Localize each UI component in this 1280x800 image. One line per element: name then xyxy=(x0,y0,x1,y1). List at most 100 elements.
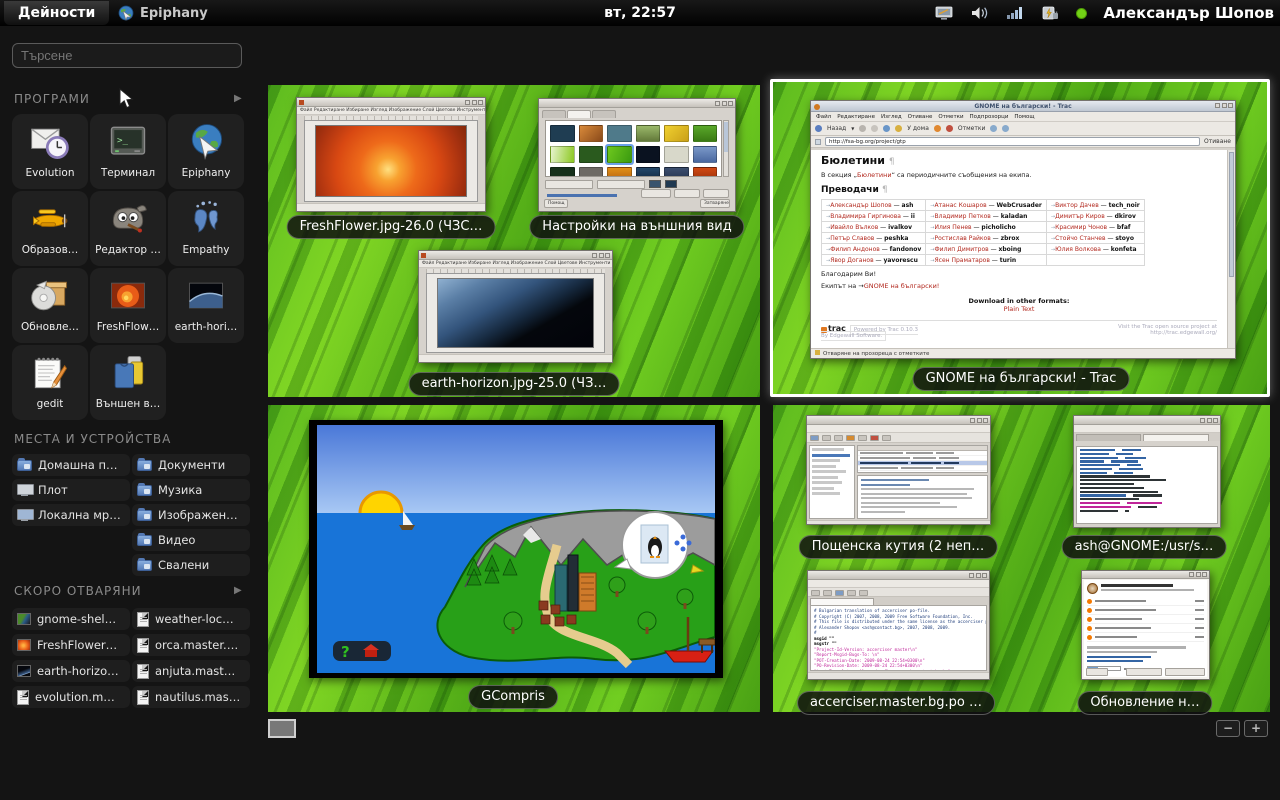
window-thumbnail-terminal[interactable] xyxy=(1073,415,1221,528)
app-tile-gedit[interactable]: gedit xyxy=(12,345,88,420)
workspace-1[interactable]: Файл Редактиране Избиране Изглед Изображ… xyxy=(268,85,760,397)
app-tile-empathy[interactable]: Empathy xyxy=(168,191,244,266)
window-caption-trac: GNOME на български! - Trac xyxy=(913,367,1130,391)
search-input[interactable] xyxy=(12,43,242,68)
recent-item[interactable]: nautilus.mas… xyxy=(132,686,250,708)
workspace-2-selected[interactable]: GNOME на български! - Trac ФайлРедактира… xyxy=(770,79,1270,397)
window-thumbnail-evolution[interactable] xyxy=(806,415,991,525)
wallpaper-thumbnail[interactable] xyxy=(693,125,718,142)
gcompris-plane-icon xyxy=(28,197,72,241)
window-thumbnail-gimp-freshflower[interactable]: Файл Редактиране Избиране Изглед Изображ… xyxy=(296,97,486,212)
app-tile-terminal[interactable]: >_ Терминал xyxy=(90,114,166,189)
place-music[interactable]: Музика xyxy=(132,479,250,501)
wallpaper-thumbnail[interactable] xyxy=(607,167,632,177)
wallpaper-thumbnail[interactable] xyxy=(579,146,604,163)
recent-item[interactable]: gnome-shel… xyxy=(12,608,130,630)
wallpaper-scrollbar[interactable] xyxy=(723,120,729,177)
recent-section-title: СКОРО ОТВАРЯНИ xyxy=(14,584,142,598)
app-tile-epiphany[interactable]: Epiphany xyxy=(168,114,244,189)
window-thumbnail-appearance[interactable]: Помощ Затваряне xyxy=(538,98,736,212)
style-dropdown[interactable] xyxy=(545,180,593,189)
wallpaper-thumbnail[interactable] xyxy=(579,167,604,177)
wallpaper-thumbnail[interactable] xyxy=(607,125,632,142)
app-tile-evolution[interactable]: Evolution xyxy=(12,114,88,189)
user-menu[interactable]: Александър Шопов xyxy=(1103,4,1274,22)
display-settings-icon[interactable] xyxy=(935,5,954,21)
translator-row: →Александър Шопов — ash →Атанас Кошаров … xyxy=(822,200,1145,211)
place-home[interactable]: Домашна п… xyxy=(12,454,130,476)
forward-icon xyxy=(859,125,866,132)
wallpaper-thumbnail[interactable] xyxy=(664,167,689,177)
wallpaper-thumbnail[interactable] xyxy=(636,167,661,177)
wallpaper-thumbnail[interactable] xyxy=(693,167,718,177)
place-local-network[interactable]: Локална мр… xyxy=(12,504,130,526)
stop-icon xyxy=(871,125,878,132)
close-button[interactable]: Затваряне xyxy=(700,199,730,208)
power-battery-icon[interactable] xyxy=(1040,5,1060,22)
recent-item[interactable]: evolution.m… xyxy=(12,686,130,708)
recent-item[interactable]: anjuta.mast… xyxy=(132,660,250,682)
terminal-output xyxy=(1076,446,1218,524)
translator-row: →Петър Славов — peshka →Ростислав Райков… xyxy=(822,233,1145,244)
software-update-icon xyxy=(28,274,72,318)
freshflower-thumbnail-icon xyxy=(106,274,150,318)
restore-button[interactable] xyxy=(641,189,671,198)
workspace-4[interactable]: Пощенска кутия (2 неп… xyxy=(773,405,1270,712)
wallpaper-thumbnail[interactable] xyxy=(636,146,661,163)
get-more-backgrounds-link[interactable] xyxy=(547,194,617,197)
wallpaper-thumbnail[interactable] xyxy=(550,125,575,142)
mouse-cursor xyxy=(119,88,134,109)
place-documents[interactable]: Документи xyxy=(132,454,250,476)
place-desktop[interactable]: Плот xyxy=(12,479,130,501)
presence-status-icon xyxy=(1076,8,1087,19)
network-signal-icon[interactable] xyxy=(1006,5,1024,21)
window-thumbnail-update-manager[interactable] xyxy=(1081,570,1210,680)
colors-dropdown[interactable] xyxy=(597,180,645,189)
recent-item[interactable]: earth-horizo… xyxy=(12,660,130,682)
window-thumbnail-gedit[interactable]: # Bulgarian translation of accerciser po… xyxy=(807,570,990,680)
back-icon xyxy=(815,125,822,132)
color-swatch-2[interactable] xyxy=(665,180,677,188)
place-downloads[interactable]: Свалени xyxy=(132,554,250,576)
workspace-3[interactable]: ? GCompris xyxy=(268,405,760,712)
volume-icon[interactable] xyxy=(970,5,990,21)
add-button[interactable] xyxy=(703,189,729,198)
gnome-bg-link: GNOME на български! xyxy=(864,282,940,290)
app-tile-gimp[interactable]: Редактор … xyxy=(90,191,166,266)
app-tile-software-update[interactable]: Обновле… xyxy=(12,268,88,343)
browser-window-title: GNOME на български! - Trac xyxy=(974,103,1071,110)
wallpaper-thumbnail[interactable] xyxy=(550,146,575,163)
app-tile-gcompris[interactable]: Образов… xyxy=(12,191,88,266)
workspace-zoom-out-button[interactable]: − xyxy=(1216,720,1240,737)
downloads-folder-icon xyxy=(137,560,152,571)
programs-pager-arrow[interactable]: ▶ xyxy=(234,93,242,104)
remove-button[interactable] xyxy=(674,189,700,198)
workspace-drag-handle[interactable] xyxy=(268,719,296,738)
window-thumbnail-trac-browser[interactable]: GNOME на български! - Trac ФайлРедактира… xyxy=(810,100,1236,359)
color-swatch-1[interactable] xyxy=(649,180,661,188)
recent-pager-arrow[interactable]: ▶ xyxy=(234,585,242,596)
reload-icon xyxy=(883,125,890,132)
wallpaper-thumbnail[interactable] xyxy=(579,125,604,142)
recent-item[interactable]: FreshFlower… xyxy=(12,634,130,656)
help-button[interactable]: Помощ xyxy=(544,199,568,208)
wallpaper-thumbnail[interactable] xyxy=(693,146,718,163)
workspace-zoom-in-button[interactable]: + xyxy=(1244,720,1268,737)
home-icon xyxy=(895,125,902,132)
app-tile-earth-image[interactable]: earth-hori… xyxy=(168,268,244,343)
recent-item[interactable]: orca.master.… xyxy=(132,634,250,656)
wallpaper-thumbnail[interactable] xyxy=(636,125,661,142)
recent-item[interactable]: weather-loc… xyxy=(132,608,250,630)
window-thumbnail-gimp-earth[interactable]: Файл Редактиране Избиране Изглед Изображ… xyxy=(418,250,613,363)
place-pictures[interactable]: Изображен… xyxy=(132,504,250,526)
wallpaper-thumbnail[interactable] xyxy=(607,146,632,163)
app-tile-appearance[interactable]: Външен в… xyxy=(90,345,166,420)
app-tile-freshflower-image[interactable]: FreshFlow… xyxy=(90,268,166,343)
wallpaper-thumbnail[interactable] xyxy=(550,167,575,177)
place-videos[interactable]: Видео xyxy=(132,529,250,551)
mail-folder-tree xyxy=(809,445,855,519)
window-thumbnail-gcompris[interactable]: ? xyxy=(309,420,723,678)
window-caption-update: Обновление н… xyxy=(1077,691,1212,715)
wallpaper-thumbnail[interactable] xyxy=(664,146,689,163)
wallpaper-thumbnail[interactable] xyxy=(664,125,689,142)
